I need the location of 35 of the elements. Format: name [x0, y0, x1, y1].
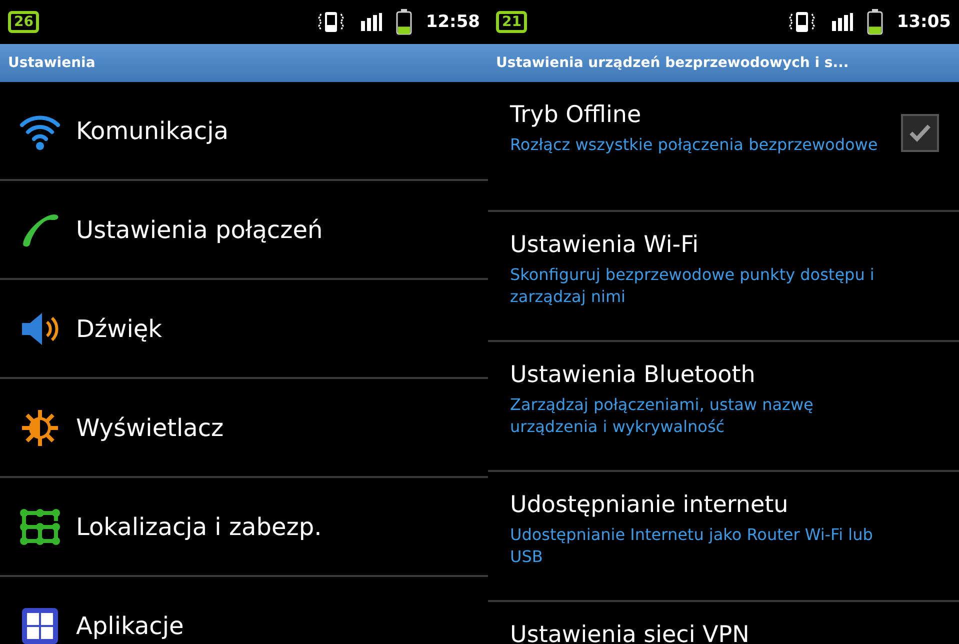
preference-title: Tryb Offline	[510, 102, 642, 128]
preference-title: Ustawienia Wi-Fi	[510, 232, 700, 258]
preference-item[interactable]: Ustawienia Wi-Fi Skonfiguruj bezprzewodowe punkty dostępu i zarządzaj nimi	[488, 212, 959, 342]
clock-time: 13:05	[896, 12, 951, 32]
preference-summary: Skonfiguruj bezprzewodowe punkty dostępu i zarządzaj nimi	[510, 264, 876, 308]
checkbox[interactable]	[901, 114, 939, 152]
signal-icon	[360, 13, 382, 31]
pattern-grid-icon	[18, 506, 62, 546]
vibrate-icon	[786, 10, 817, 34]
signal-icon	[830, 13, 853, 31]
settings-menu-item[interactable]: Wyświetlacz	[0, 379, 488, 478]
screen-title: Ustawienia	[0, 44, 488, 82]
screen-title: Ustawienia urządzeń bezprzewodowych i s...	[488, 44, 959, 82]
settings-menu-item[interactable]: Dźwięk	[0, 280, 488, 379]
preference-title: Ustawienia Bluetooth	[510, 362, 756, 388]
clock-time: 12:58	[426, 12, 480, 32]
preference-summary: Udostępnianie Internetu jako Router Wi-Fi lub USB	[510, 524, 874, 568]
preference-item[interactable]: Tryb Offline Rozłącz wszystkie połączenia bezprzewodowe	[488, 82, 959, 212]
preference-summary: Rozłącz wszystkie połączenia bezprzewodowe	[510, 134, 879, 156]
notification-badge: 21	[496, 11, 528, 33]
notification-badge: 26	[8, 11, 40, 33]
settings-menu-item[interactable]: Ustawienia połączeń	[0, 181, 488, 280]
checkmark-icon	[908, 123, 932, 143]
preference-summary: Zarządzaj połączeniami, ustaw nazwę urządzenia i wykrywalność	[510, 394, 814, 438]
preference-title: Udostępnianie internetu	[510, 492, 790, 518]
settings-menu-item[interactable]: Lokalizacja i zabezp.	[0, 478, 488, 577]
battery-icon	[396, 9, 412, 35]
preference-item[interactable]: Ustawienia sieci VPN	[488, 602, 959, 644]
preference-title: Ustawienia sieci VPN	[510, 622, 750, 644]
battery-icon	[866, 9, 883, 35]
settings-menu-item[interactable]: Komunikacja	[0, 82, 488, 181]
vibrate-icon	[316, 10, 346, 34]
preference-item[interactable]: Udostępnianie internetu Udostępnianie Internetu jako Router Wi-Fi lub USB	[488, 472, 959, 602]
settings-menu-item[interactable]: Aplikacje	[0, 577, 488, 644]
preference-item[interactable]: Ustawienia Bluetooth Zarządzaj połączeniami, ustaw nazwę urządzenia i wykrywalność	[488, 342, 959, 472]
